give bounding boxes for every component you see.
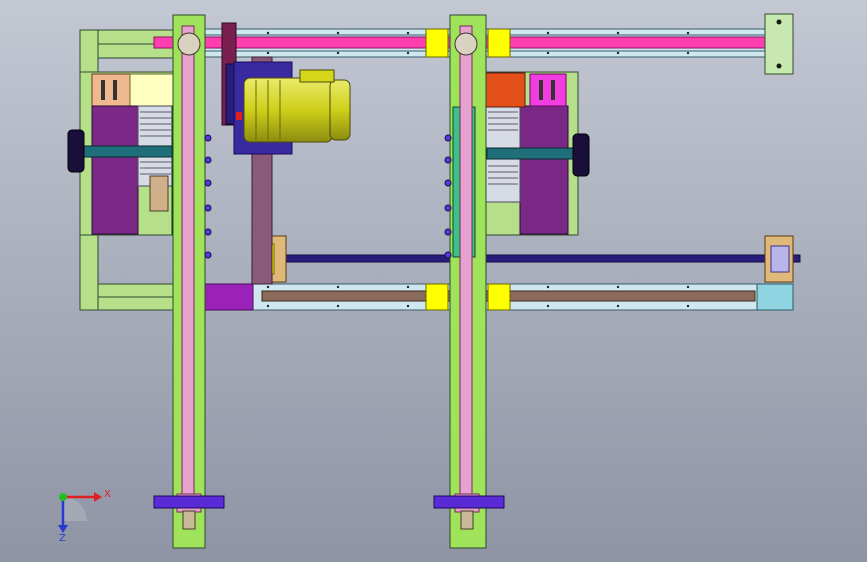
top-right-mount-plate [764, 13, 794, 75]
z-axis-label: Z [59, 533, 66, 544]
left-column-top-pulley [177, 32, 201, 56]
lower-drive-shaft [261, 254, 801, 263]
motor-coupling-red [236, 112, 242, 120]
right-vertical-column [449, 14, 487, 549]
lower-right-bearing [764, 235, 794, 283]
x-axis-label: X [104, 489, 111, 500]
y-axis-indicator [59, 493, 67, 501]
assembly-drawing[interactable]: X Z [0, 0, 867, 562]
bottom-left-purple-block [204, 283, 254, 311]
left-column-lower-pin [153, 495, 225, 509]
right-column-lower-pin [433, 495, 505, 509]
right-column-top-pulley [454, 32, 478, 56]
cad-viewport[interactable]: X Z [0, 0, 867, 562]
bottom-linear-rail [251, 283, 794, 311]
left-vertical-column [172, 14, 206, 549]
